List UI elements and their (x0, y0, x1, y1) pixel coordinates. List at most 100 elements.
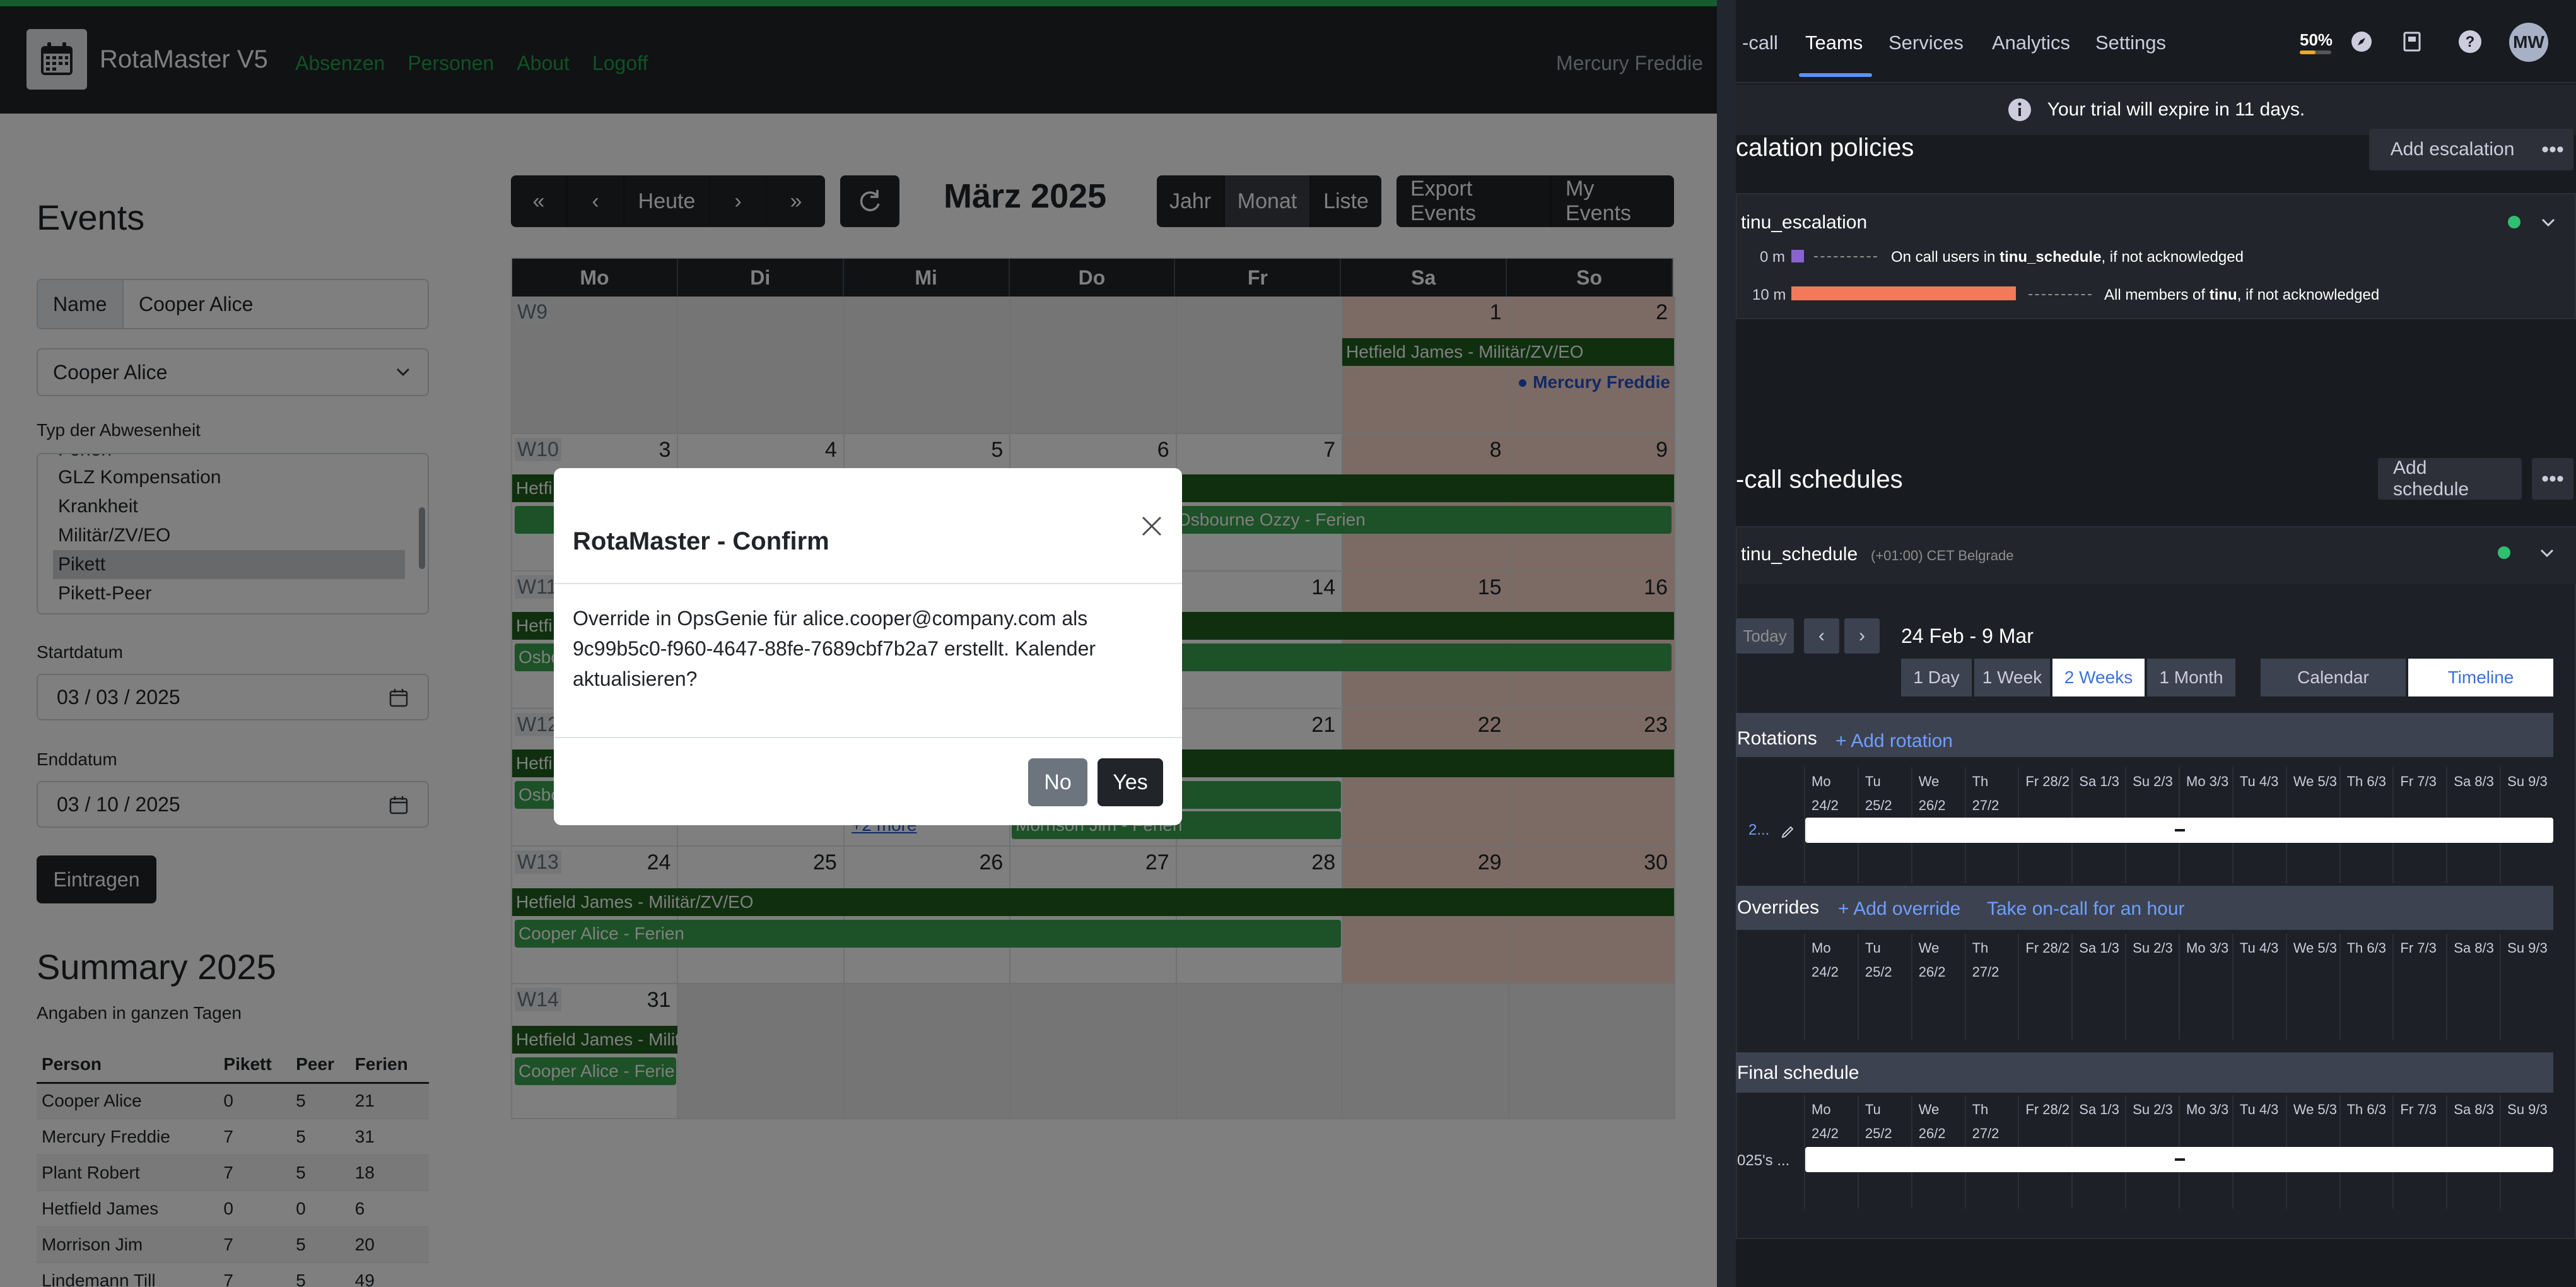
timeline-day-label: Th 27/2 (1972, 773, 1999, 813)
timeline-day-label: Tu 25/2 (1865, 773, 1892, 813)
nav-analytics[interactable]: Analytics (1992, 32, 2070, 54)
trial-banner: Your trial will expire in 11 days. (1736, 85, 2576, 135)
overrides-title: Overrides (1737, 897, 1820, 918)
range-1-month[interactable]: 1 Month (2147, 659, 2235, 696)
add-override-link[interactable]: + Add override (1838, 898, 1960, 920)
more-icon[interactable]: ••• (2532, 129, 2573, 170)
timeline-day-label: We (1918, 773, 1940, 789)
timeline-day-label: Th 6/3 (2346, 1102, 2386, 1117)
avatar[interactable]: MW (2509, 23, 2548, 62)
timeline-day-label: Su 2/3 (2133, 773, 2173, 789)
schedules-heading: -call schedules (1736, 466, 1903, 493)
yes-button[interactable]: Yes (1098, 758, 1163, 806)
timeline-day-label: We (1918, 1102, 1940, 1117)
rule1-schedule: tinu_schedule (1999, 249, 2102, 266)
next-button[interactable]: › (1844, 618, 1880, 654)
timeline-day-label: Mo (1812, 773, 1831, 789)
rule1-marker (1791, 250, 1804, 262)
rule2-bar (1791, 286, 2016, 300)
svg-text:?: ? (2466, 33, 2475, 50)
date-range: 24 Feb - 9 Mar (1901, 625, 2034, 647)
trial-text: Your trial will expire in 11 days. (2047, 99, 2305, 120)
timeline-day-label: Tu 4/3 (2239, 940, 2279, 956)
range-2-weeks[interactable]: 2 Weeks (2052, 659, 2145, 696)
timeline-day-date: 24/2 (1812, 1125, 1839, 1141)
mode-timeline[interactable]: Timeline (2408, 659, 2553, 696)
timeline-day-label: Fr 7/3 (2400, 773, 2437, 789)
help-icon[interactable]: ? (2456, 28, 2484, 56)
modal-footer: No Yes (554, 737, 1182, 825)
rotation-bar[interactable] (1805, 818, 2553, 843)
add-schedule-button[interactable]: Add schedule (2378, 457, 2522, 500)
timeline-day-column: Mo 3/3 (2179, 934, 2232, 1040)
policy-name[interactable]: tinu_escalation (1741, 212, 1867, 233)
timeline-day-date: 24/2 (1812, 797, 1839, 813)
timeline-day-label: Mo 3/3 (2186, 940, 2229, 956)
timeline-day-date: 26/2 (1918, 964, 1946, 980)
ops-top-nav: -call Teams Services Analytics Settings … (1736, 0, 2576, 83)
rotations-title: Rotations (1737, 728, 1817, 749)
escalation-panel: tinu_escalation 0 m On call users in tin… (1736, 193, 2576, 319)
final-bar[interactable] (1805, 1147, 2553, 1172)
modal-header: RotaMaster - Confirm (554, 468, 1182, 584)
no-button[interactable]: No (1028, 758, 1087, 806)
timeline-day-label: Sa 1/3 (2079, 1102, 2119, 1117)
chevron-down-icon[interactable] (2539, 213, 2557, 231)
book-icon[interactable] (2398, 28, 2426, 56)
timeline-day-column: Mo 24/2 (1804, 934, 1858, 1040)
rule2-text: All members of tinu, if not acknowledged (2104, 286, 2379, 304)
nav-oncall[interactable]: -call (1742, 32, 1778, 54)
rule1-text: On call users in tinu_schedule, if not a… (1891, 249, 2244, 266)
timeline-day-label: Fr 28/2 (2025, 1102, 2070, 1117)
range-1-day[interactable]: 1 Day (1901, 659, 1972, 696)
nav-settings[interactable]: Settings (2095, 32, 2166, 54)
timeline-day-label: Su 2/3 (2133, 940, 2173, 956)
rule2-team: tinu (2209, 286, 2237, 303)
timeline-day-label: Th 27/2 (1972, 1102, 1999, 1141)
status-dot (2498, 546, 2510, 559)
rotation-label[interactable]: 2... (1748, 821, 1769, 839)
opsgenie-window: -call Teams Services Analytics Settings … (1736, 0, 2576, 1287)
timeline-day-date: 26/2 (1918, 797, 1946, 813)
rule2-text-a: All members of (2104, 286, 2210, 303)
nav-teams[interactable]: Teams (1805, 32, 1863, 54)
timeline-day-label: Su 9/3 (2507, 940, 2548, 956)
info-icon (2008, 98, 2031, 121)
nav-services[interactable]: Services (1888, 32, 1964, 54)
timeline-day-column: Su 9/3 (2500, 934, 2553, 1040)
close-icon[interactable] (1139, 514, 1164, 539)
edit-icon[interactable] (1780, 823, 1796, 839)
timeline-day-column: Sa 8/3 (2446, 934, 2500, 1040)
timeline-day-label: Su 9/3 (2507, 1102, 2548, 1117)
timeline-day-column: Th 27/2 (1964, 934, 2018, 1040)
more-icon[interactable]: ••• (2532, 458, 2573, 500)
rule2-text-b: , if not acknowledged (2237, 286, 2380, 303)
active-tab-underline (1799, 73, 1872, 77)
rotamaster-window: RotaMaster V5 Absenzen Personen About Lo… (0, 0, 1717, 1287)
modal-message: Override in OpsGenie für alice.cooper@co… (573, 607, 1096, 690)
timeline-day-label: Th 6/3 (2346, 773, 2386, 789)
rule2-time: 10 m (1752, 286, 1786, 303)
timeline-day-column: Fr 28/2 (2018, 934, 2071, 1040)
compass-icon[interactable] (2348, 28, 2375, 56)
rule1-text-a: On call users in (1891, 249, 2000, 266)
mode-calendar[interactable]: Calendar (2261, 659, 2406, 696)
timeline-day-label: Sa 8/3 (2454, 1102, 2494, 1117)
timeline-day-date: 24/2 (1812, 964, 1839, 980)
timeline-day-label: Tu 4/3 (2239, 1102, 2279, 1117)
timeline-day-label: We 5/3 (2293, 773, 2338, 789)
rule1-text-b: , if not acknowledged (2101, 249, 2244, 266)
timeline-day-label: Tu 25/2 (1865, 1102, 1892, 1141)
take-oncall-link[interactable]: Take on-call for an hour (1987, 898, 2185, 920)
timeline-day-label: Mo 3/3 (2186, 773, 2229, 789)
usage-percent[interactable]: 50% (2300, 30, 2333, 50)
add-rotation-link[interactable]: + Add rotation (1835, 731, 1953, 752)
add-escalation-button[interactable]: Add escalation (2369, 129, 2536, 170)
chevron-down-icon[interactable] (2538, 544, 2556, 561)
dashed-line (1814, 256, 1877, 257)
timeline-day-label: Fr 7/3 (2400, 1102, 2437, 1117)
today-button[interactable]: Today (1736, 618, 1794, 654)
range-1-week[interactable]: 1 Week (1974, 659, 2050, 696)
schedule-name[interactable]: tinu_schedule (1741, 544, 1858, 565)
prev-button[interactable]: ‹ (1804, 618, 1839, 654)
